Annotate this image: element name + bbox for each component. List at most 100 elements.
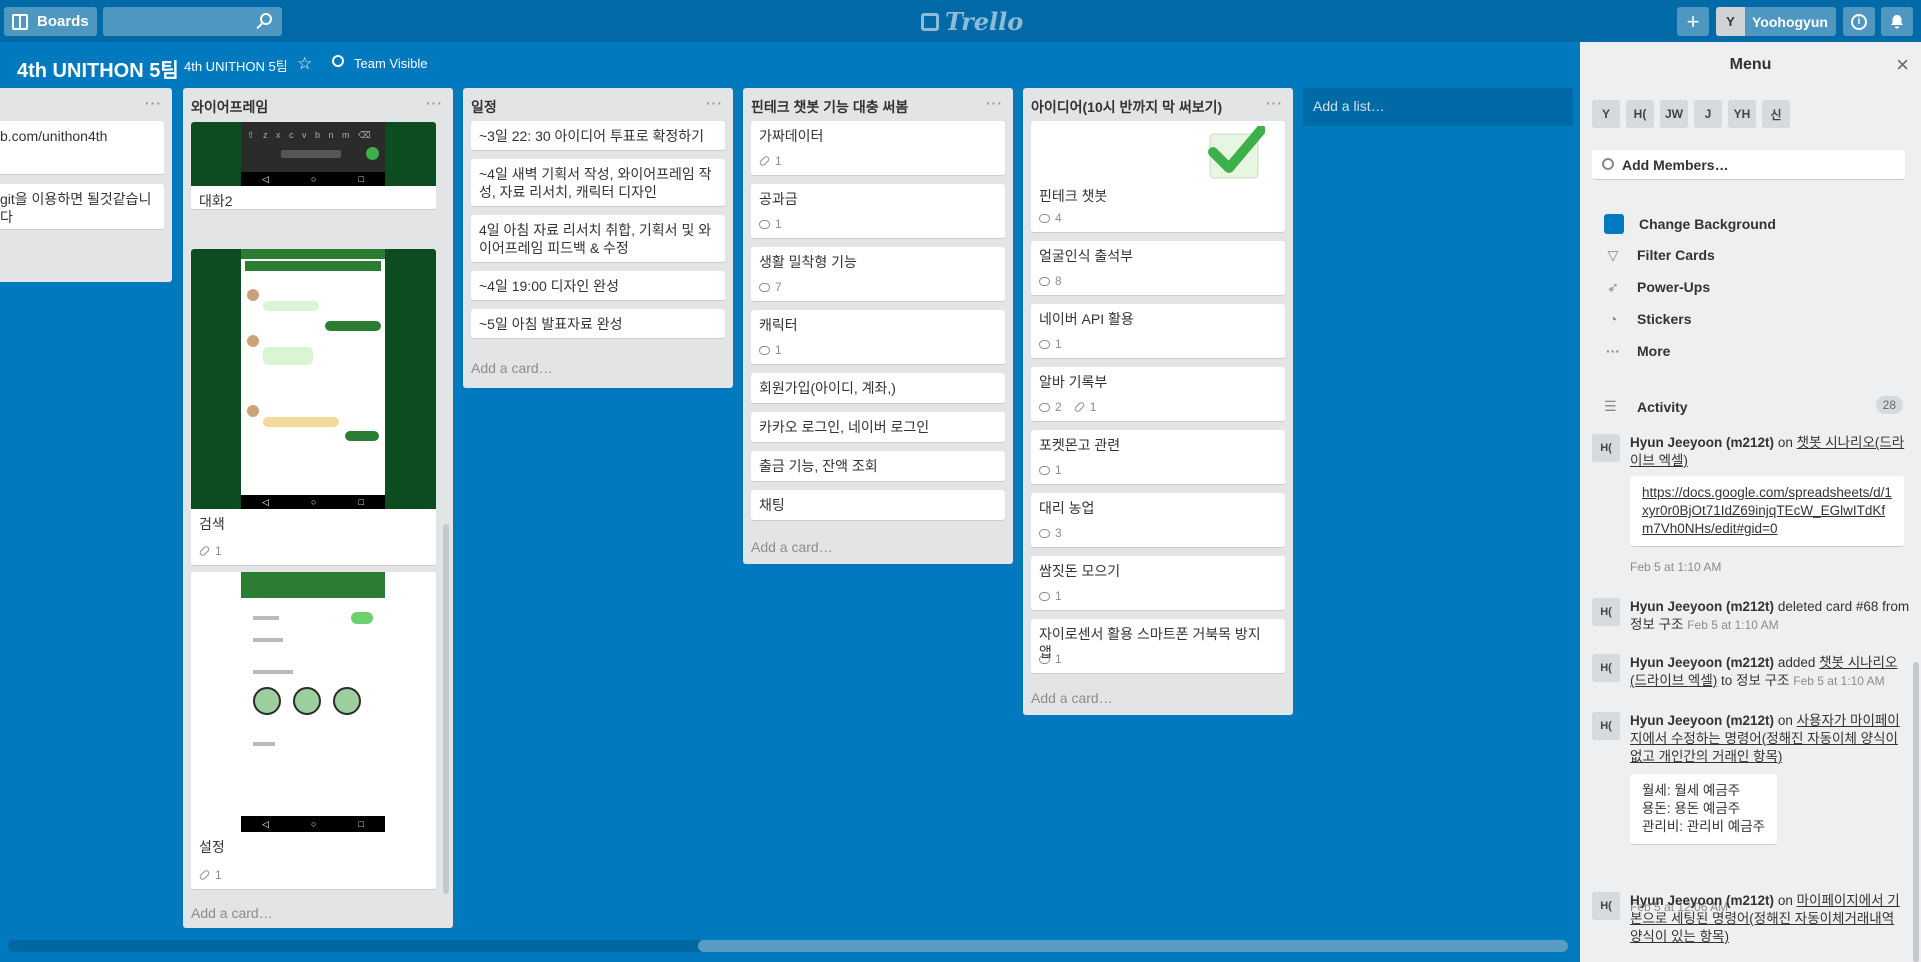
card-title: 핀테크 챗봇	[1039, 188, 1108, 204]
search-input[interactable]	[103, 7, 282, 36]
board-visibility[interactable]: Team Visible	[354, 56, 427, 71]
board-scrollbar-thumb[interactable]	[698, 940, 1568, 952]
card[interactable]: 회원가입(아이디, 계좌,)	[751, 373, 1005, 404]
comment-icon	[1039, 528, 1050, 538]
comment-count: 1	[1055, 463, 1062, 477]
activity-author[interactable]: Hyun Jeeyoon (m212t)	[1630, 435, 1774, 450]
more-item[interactable]: ··· More	[1604, 342, 1670, 360]
activity-icon: ☰	[1604, 398, 1617, 414]
add-members-label: Add Members…	[1622, 156, 1729, 173]
card[interactable]: 생활 밀착형 기능 7	[751, 247, 1005, 302]
board-title[interactable]: 4th UNITHON 5팀	[17, 54, 179, 83]
card[interactable]: ~4일 19:00 디자인 완성	[471, 271, 725, 301]
card[interactable]: ⇧ z x c v b n m ⌫ ◁○□ 대화2 1	[191, 122, 436, 210]
activity-author[interactable]: Hyun Jeeyoon (m212t)	[1630, 713, 1774, 728]
activity-time: Feb 5 at 1:10 AM	[1793, 674, 1885, 688]
list-menu-icon[interactable]: ···	[145, 95, 162, 111]
comment-icon	[1039, 213, 1050, 223]
list-menu-icon[interactable]: ···	[706, 95, 723, 111]
activity-author[interactable]: Hyun Jeeyoon (m212t)	[1630, 599, 1774, 614]
member-avatar[interactable]: 신	[1762, 100, 1790, 128]
board-scrollbar[interactable]	[8, 940, 1568, 952]
attachment-count: 1	[215, 544, 222, 558]
card[interactable]: 핀테크 챗봇 4	[1031, 121, 1285, 233]
card[interactable]: 4일 아침 자료 리서치 취합, 기획서 및 와이어프레임 피드백 & 수정	[471, 215, 725, 263]
list-title[interactable]: 핀테크 챗봇 기능 대충 써봄	[751, 97, 908, 117]
info-button[interactable]: i	[1843, 7, 1875, 36]
card[interactable]: ~3일 22: 30 아이디어 투표로 확정하기	[471, 121, 725, 151]
member-avatar[interactable]: JW	[1660, 100, 1688, 128]
avatar[interactable]: H(	[1592, 654, 1620, 682]
card[interactable]: 포켓몬고 관련 1	[1031, 430, 1285, 485]
card[interactable]: ◁ ○ □ 검색 1	[191, 249, 436, 566]
card[interactable]: 자이로센서 활용 스마트폰 거북목 방지 앱 1	[1031, 619, 1285, 674]
list-menu-icon[interactable]: ···	[1266, 95, 1283, 111]
menu-scrollbar[interactable]	[1913, 662, 1919, 962]
card[interactable]: ~5일 아침 발표자료 완성	[471, 309, 725, 339]
card-title: 대리 농업	[1039, 500, 1095, 516]
card[interactable]: 알바 기록부 2 1	[1031, 367, 1285, 422]
card[interactable]: 출금 기능, 잔액 조회	[751, 451, 1005, 482]
card-title: 가짜데이터	[759, 128, 824, 144]
card-title: 네이버 API 활용	[1039, 311, 1134, 327]
user-menu-button[interactable]: Y Yoohogyun	[1716, 7, 1836, 36]
avatar[interactable]: H(	[1592, 598, 1620, 626]
change-background-item[interactable]: Change Background	[1604, 214, 1776, 234]
list-title[interactable]: 와이어프레임	[191, 97, 268, 117]
add-list-button[interactable]: Add a list…	[1303, 88, 1573, 126]
list-scrollbar[interactable]	[443, 524, 449, 894]
filter-cards-item[interactable]: ▽ Filter Cards	[1604, 246, 1715, 264]
star-icon[interactable]: ☆	[297, 54, 312, 74]
member-avatar[interactable]: J	[1694, 100, 1722, 128]
list-partial: ··· b.com/unithon4th git을 이용하면 될것같습니다	[0, 88, 172, 282]
avatar[interactable]: H(	[1592, 892, 1620, 920]
avatar[interactable]: H(	[1592, 712, 1620, 740]
add-members-button[interactable]: Add Members…	[1592, 150, 1905, 180]
comment-icon	[759, 345, 770, 355]
card[interactable]: 대리 농업 3	[1031, 493, 1285, 548]
comment-link[interactable]: https://docs.google.com/spreadsheets/d/1…	[1642, 485, 1892, 536]
close-icon[interactable]: ×	[1896, 52, 1909, 78]
add-card-link[interactable]: Add a card…	[191, 905, 273, 921]
trello-logo[interactable]: Trello	[921, 7, 1023, 36]
activity-author[interactable]: Hyun Jeeyoon (m212t)	[1630, 655, 1774, 670]
card-title: 4일 아침 자료 리서치 취합, 기획서 및 와이어프레임 피드백 & 수정	[479, 222, 712, 256]
card[interactable]: 공과금 1	[751, 184, 1005, 239]
add-card-link[interactable]: Add a card…	[471, 360, 553, 376]
comment-icon	[1039, 339, 1050, 349]
board-org[interactable]: 4th UNITHON 5팀	[184, 56, 288, 75]
add-card-link[interactable]: Add a card…	[751, 539, 833, 555]
card[interactable]: 캐릭터 1	[751, 310, 1005, 365]
card-title: ~4일 19:00 디자인 완성	[479, 278, 619, 294]
member-avatar[interactable]: Y	[1592, 100, 1620, 128]
card[interactable]: ◁ ○ □ 설정 1	[191, 572, 436, 890]
notifications-button[interactable]	[1881, 7, 1913, 36]
card[interactable]: ~4일 새벽 기획서 작성, 와이어프레임 작성, 자료 리서치, 캐릭터 디자…	[471, 159, 725, 207]
add-card-link[interactable]: Add a card…	[1031, 690, 1113, 706]
card[interactable]: 얼굴인식 출석부 8	[1031, 241, 1285, 296]
activity-count-badge: 28	[1875, 396, 1903, 414]
card[interactable]: 채팅	[751, 490, 1005, 521]
card[interactable]: 네이버 API 활용 1	[1031, 304, 1285, 359]
add-button[interactable]: +	[1677, 7, 1709, 36]
card[interactable]: 가짜데이터 1	[751, 121, 1005, 176]
card-badges: 1	[1039, 650, 1062, 668]
card-cover-image: ◁ ○ □	[191, 249, 436, 509]
power-ups-item[interactable]: ➶ Power-Ups	[1604, 278, 1710, 296]
activity-item: H( Hyun Jeeyoon (m212t) on 마이페이지에서 기본으로 …	[1592, 892, 1910, 962]
boards-button[interactable]: Boards	[4, 7, 97, 36]
stickers-item[interactable]: ◔ Stickers	[1604, 310, 1692, 328]
list-menu-icon[interactable]: ···	[986, 95, 1003, 111]
list-title[interactable]: 아이디어(10시 반까지 막 써보기)	[1031, 97, 1222, 117]
card[interactable]: 카카오 로그인, 네이버 로그인	[751, 412, 1005, 443]
card[interactable]: 쌈짓돈 모으기 1	[1031, 556, 1285, 611]
trello-logo-text: Trello	[945, 7, 1024, 36]
card[interactable]: git을 이용하면 될것같습니다	[0, 184, 164, 230]
member-avatar[interactable]: H(	[1626, 100, 1654, 128]
avatar[interactable]: H(	[1592, 434, 1620, 462]
card[interactable]: b.com/unithon4th	[0, 121, 164, 175]
list-title[interactable]: 일정	[471, 97, 497, 117]
member-avatar[interactable]: YH	[1728, 100, 1756, 128]
activity-author[interactable]: Hyun Jeeyoon (m212t)	[1630, 893, 1774, 908]
list-menu-icon[interactable]: ···	[426, 95, 443, 111]
